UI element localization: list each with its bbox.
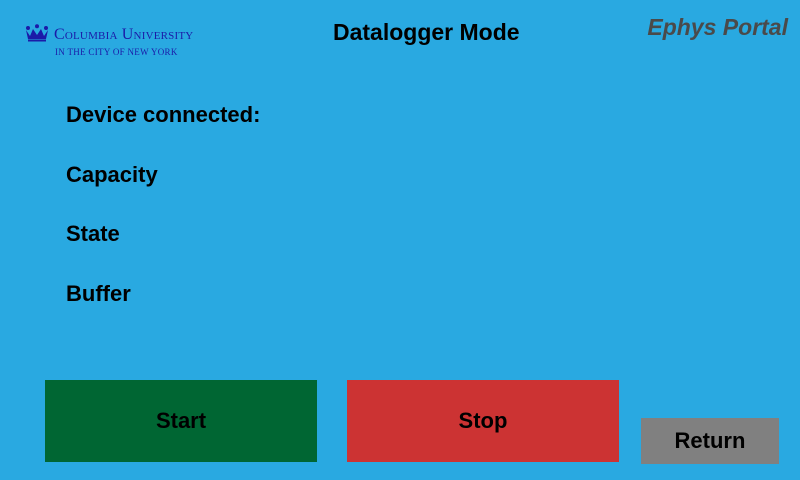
logo-subtitle: IN THE CITY OF NEW YORK	[55, 47, 178, 57]
device-connected-label: Device connected:	[66, 102, 261, 127]
university-logo: Columbia University IN THE CITY OF NEW Y…	[25, 24, 255, 60]
start-button[interactable]: Start	[45, 380, 317, 462]
start-button-label: Start	[155, 408, 207, 433]
page-title: Datalogger Mode	[333, 19, 520, 45]
logo-name: Columbia University	[54, 26, 194, 43]
stop-button[interactable]: Stop	[347, 380, 619, 462]
return-button-label: Return	[674, 428, 746, 453]
portal-title: Ephys Portal	[647, 14, 788, 40]
crown-icon	[26, 24, 48, 42]
buffer-label: Buffer	[66, 281, 131, 306]
capacity-label: Capacity	[66, 162, 158, 187]
stop-button-label: Stop	[458, 408, 508, 433]
state-label: State	[66, 221, 120, 246]
datalogger-screen: Columbia University IN THE CITY OF NEW Y…	[0, 0, 800, 480]
return-button[interactable]: Return	[641, 418, 779, 464]
